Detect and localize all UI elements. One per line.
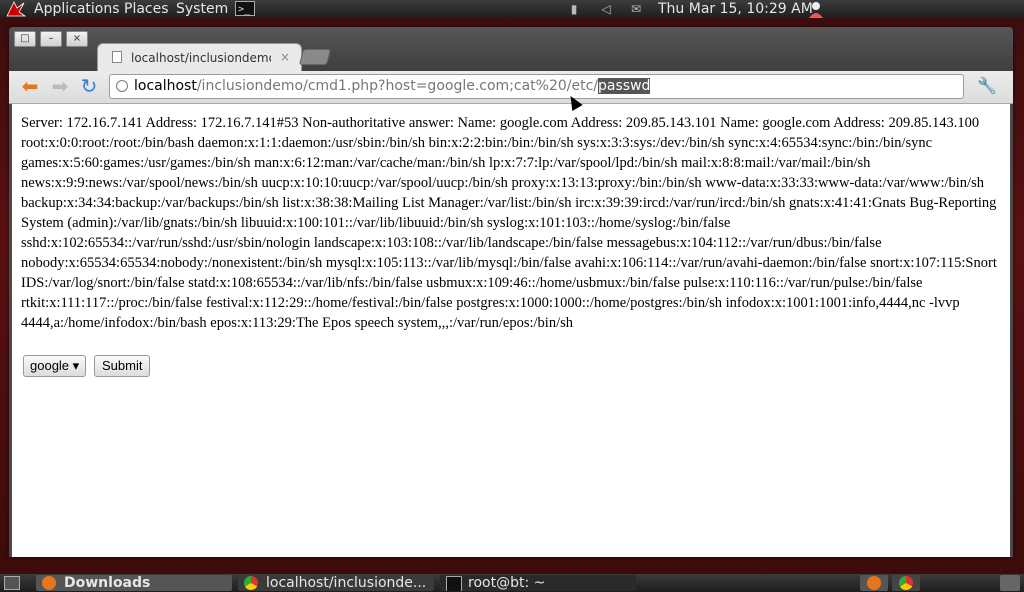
mail-icon[interactable]: ✉ xyxy=(628,1,644,17)
url-selected-text: passwd xyxy=(598,78,651,94)
url-host: localhost xyxy=(134,78,197,94)
forward-icon[interactable]: ➡ xyxy=(49,75,71,97)
firefox-icon xyxy=(42,576,56,590)
browser-toolbar: ⬅ ➡ ↻ localhost/inclusiondemo/cmd1.php?h… xyxy=(9,71,1013,104)
back-icon[interactable]: ⬅ xyxy=(19,75,41,97)
user-menu-icon[interactable] xyxy=(806,0,826,18)
top-panel: Applications Places System >_ ▮ ◁ ✉ Thu … xyxy=(0,0,1024,18)
taskbar-item-chrome[interactable]: localhost/inclusionde... xyxy=(238,575,434,591)
host-select[interactable]: google ▾ xyxy=(23,355,87,377)
tab-title: localhost/inclusiondemo xyxy=(131,51,271,65)
new-tab-button[interactable] xyxy=(298,49,332,65)
volume-icon[interactable]: ◁ xyxy=(598,1,614,17)
minimize-icon[interactable]: – xyxy=(40,31,62,47)
terminal-launcher-icon[interactable]: >_ xyxy=(235,1,255,16)
taskbar-item-terminal[interactable]: root@bt: ~ xyxy=(440,575,636,591)
command-output: Server: 172.16.7.141 Address: 172.16.7.1… xyxy=(21,115,997,331)
wrench-menu-icon[interactable]: 🔧 xyxy=(977,75,997,97)
taskbar-label: root@bt: ~ xyxy=(468,575,546,591)
clock[interactable]: Thu Mar 15, 10:29 AM xyxy=(658,0,813,18)
trash-icon[interactable] xyxy=(1000,575,1020,591)
workspace-firefox[interactable] xyxy=(860,575,888,591)
page-info-icon[interactable] xyxy=(116,80,128,92)
taskbar-label: Downloads xyxy=(64,575,151,591)
menu-places[interactable]: Places xyxy=(124,0,169,18)
taskbar-item-downloads[interactable]: Downloads xyxy=(36,575,232,591)
close-window-icon[interactable]: × xyxy=(66,31,88,47)
tab-close-icon[interactable]: × xyxy=(280,49,294,65)
battery-icon[interactable]: ▮ xyxy=(566,1,582,17)
menu-system[interactable]: System xyxy=(176,0,228,18)
terminal-icon xyxy=(446,576,462,591)
address-bar[interactable]: localhost/inclusiondemo/cmd1.php?host=go… xyxy=(109,74,964,99)
tab-localhost[interactable]: localhost/inclusiondemo × xyxy=(97,43,302,71)
show-desktop-icon[interactable] xyxy=(4,576,20,590)
chrome-icon xyxy=(899,576,913,590)
backtrack-dragon-icon[interactable] xyxy=(4,0,28,18)
dropdown-arrow-icon: ▾ xyxy=(72,358,80,373)
url-path: /inclusiondemo/cmd1.php?host=google.com;… xyxy=(196,78,599,94)
taskbar-label: localhost/inclusionde... xyxy=(266,575,427,591)
menu-applications[interactable]: Applications xyxy=(34,0,120,18)
browser-window: □ – × localhost/inclusiondemo × ⬅ ➡ ↻ lo… xyxy=(9,27,1013,557)
tab-strip: □ – × localhost/inclusiondemo × xyxy=(9,27,1013,71)
submit-button[interactable]: Submit xyxy=(94,355,151,377)
bottom-panel: Downloads localhost/inclusionde... root@… xyxy=(0,574,1024,592)
maximize-icon[interactable]: □ xyxy=(14,31,36,47)
reload-icon[interactable]: ↻ xyxy=(78,75,100,97)
page-content: Server: 172.16.7.141 Address: 172.16.7.1… xyxy=(12,104,1010,557)
host-select-value: google xyxy=(30,358,70,373)
workspace-chrome[interactable] xyxy=(892,575,920,591)
chrome-icon xyxy=(244,576,258,590)
firefox-icon xyxy=(867,576,881,590)
page-favicon-icon xyxy=(112,51,122,63)
